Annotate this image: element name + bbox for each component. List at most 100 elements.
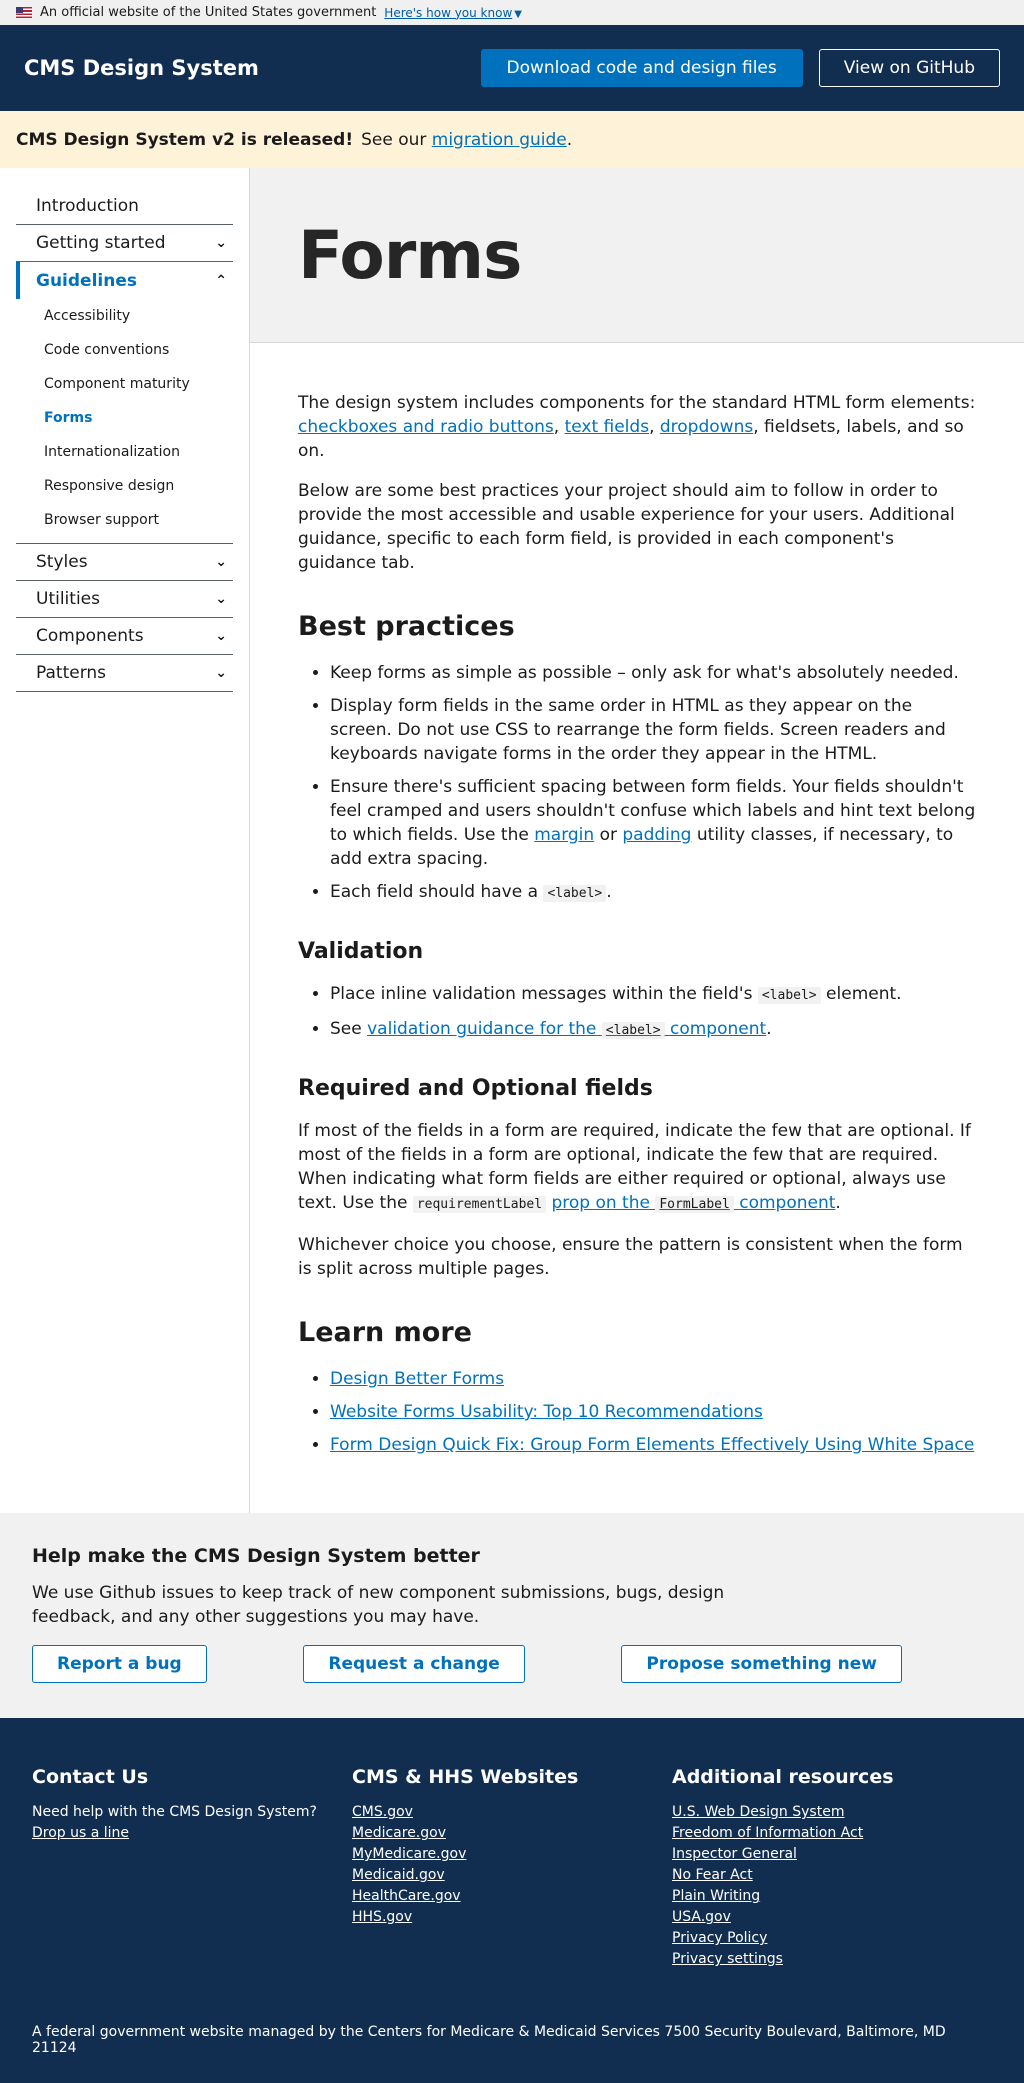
request-change-button[interactable]: Request a change (303, 1645, 525, 1683)
link-text: component (739, 1193, 836, 1213)
bp3-or: or (599, 825, 617, 845)
list-item: Place inline validation messages within … (330, 982, 976, 1008)
footer-bottom-text: A federal government website managed by … (32, 2024, 946, 2056)
required-optional-heading: Required and Optional fields (298, 1076, 653, 1101)
article-body: The design system includes components fo… (250, 343, 1024, 1513)
subnav-item-browser-support[interactable]: Browser support (16, 503, 233, 537)
design-better-forms-link[interactable]: Design Better Forms (330, 1369, 504, 1389)
privacy-settings-link[interactable]: Privacy settings (672, 1949, 992, 1970)
sidebar-item-patterns[interactable]: Patterns ⌄ (16, 655, 233, 692)
intro-paragraph-2: Below are some best practices your proje… (298, 481, 955, 573)
text-fields-link[interactable]: text fields (565, 417, 650, 437)
page-hero: Forms (250, 168, 1024, 343)
main-content: Forms The design system includes compone… (250, 168, 1024, 1513)
margin-link[interactable]: margin (534, 825, 594, 845)
subnav-item-component-maturity[interactable]: Component maturity (16, 367, 233, 401)
cms-gov-link[interactable]: CMS.gov (352, 1802, 672, 1823)
page-title: Forms (298, 216, 522, 294)
label-code: <label> (543, 885, 607, 902)
val1-text: Place inline validation messages within … (330, 984, 753, 1004)
formlabel-prop-link[interactable]: prop on the FormLabel component (551, 1193, 835, 1213)
chevron-up-icon: ⌃ (215, 272, 227, 289)
healthcare-gov-link[interactable]: HealthCare.gov (352, 1886, 672, 1907)
feedback-heading: Help make the CMS Design System better (32, 1545, 480, 1567)
validation-guidance-link[interactable]: validation guidance for the <label> comp… (367, 1019, 766, 1039)
inspector-general-link[interactable]: Inspector General (672, 1844, 992, 1865)
list-item: Ensure there's sufficient spacing betwee… (330, 775, 976, 871)
report-bug-button[interactable]: Report a bug (32, 1645, 207, 1683)
heres-how-you-know-link[interactable]: Here's how you know ▼ (384, 6, 522, 20)
chevron-down-icon: ⌄ (215, 665, 227, 681)
validation-list: Place inline validation messages within … (298, 982, 976, 1043)
sidebar-item-label: Styles (36, 552, 88, 572)
sidebar-item-utilities[interactable]: Utilities ⌄ (16, 581, 233, 618)
learn-more-list: Design Better Forms Website Forms Usabil… (298, 1367, 976, 1457)
foia-link[interactable]: Freedom of Information Act (672, 1823, 992, 1844)
list-item: Website Forms Usability: Top 10 Recommen… (330, 1400, 976, 1424)
uswds-link[interactable]: U.S. Web Design System (672, 1802, 992, 1823)
chevron-down-icon: ▼ (514, 8, 522, 20)
alert-bold-text: CMS Design System v2 is released! (16, 129, 354, 150)
subnav-item-internationalization[interactable]: Internationalization (16, 435, 233, 469)
sidebar-item-styles[interactable]: Styles ⌄ (16, 544, 233, 581)
best-practices-list: Keep forms as simple as possible – only … (298, 661, 976, 906)
site-footer: Contact Us Need help with the CMS Design… (0, 1718, 1024, 2083)
sidebar-nav: Introduction Getting started ⌄ Guidelines… (0, 168, 250, 1513)
privacy-policy-link[interactable]: Privacy Policy (672, 1928, 992, 1949)
subnav-item-responsive-design[interactable]: Responsive design (16, 469, 233, 503)
drop-us-a-line-link[interactable]: Drop us a line (32, 1823, 352, 1844)
page-layout: Introduction Getting started ⌄ Guidelines… (0, 168, 1024, 1513)
alert-text: See our (361, 129, 427, 150)
list-item: Keep forms as simple as possible – only … (330, 661, 976, 685)
hhs-gov-link[interactable]: HHS.gov (352, 1907, 672, 1928)
intro-paragraph-1: The design system includes components fo… (298, 393, 976, 461)
release-alert: CMS Design System v2 is released! See ou… (0, 111, 1024, 168)
sidebar-item-label: Guidelines (36, 270, 137, 291)
gov-banner: An official website of the United States… (0, 0, 1024, 25)
mymedicare-gov-link[interactable]: MyMedicare.gov (352, 1844, 672, 1865)
chevron-down-icon: ⌄ (215, 554, 227, 570)
propose-new-button[interactable]: Propose something new (621, 1645, 902, 1683)
subnav-item-accessibility[interactable]: Accessibility (16, 299, 233, 333)
plain-writing-link[interactable]: Plain Writing (672, 1886, 992, 1907)
subnav-item-forms[interactable]: Forms (16, 401, 233, 435)
footer-additional-resources: Additional resources U.S. Web Design Sys… (672, 1766, 992, 1970)
chevron-down-icon: ⌄ (215, 235, 227, 251)
alert-period: . (566, 129, 573, 150)
forms-usability-link[interactable]: Website Forms Usability: Top 10 Recommen… (330, 1402, 763, 1422)
link-text: component (670, 1019, 767, 1039)
footer-contact: Contact Us Need help with the CMS Design… (32, 1766, 352, 1970)
sidebar-item-components[interactable]: Components ⌄ (16, 618, 233, 655)
label-code: <label> (757, 987, 821, 1004)
padding-link[interactable]: padding (622, 825, 691, 845)
link-text: prop on the (551, 1193, 650, 1213)
sidebar-item-guidelines[interactable]: Guidelines ⌃ (16, 262, 233, 299)
feedback-buttons: Report a bug Request a change Propose so… (32, 1645, 992, 1683)
migration-guide-link[interactable]: migration guide (432, 130, 567, 150)
guidelines-subnav: Accessibility Code conventions Component… (16, 299, 233, 544)
subnav-item-code-conventions[interactable]: Code conventions (16, 333, 233, 367)
dropdowns-link[interactable]: dropdowns (660, 417, 753, 437)
download-button[interactable]: Download code and design files (480, 49, 803, 87)
list-item: Form Design Quick Fix: Group Form Elemen… (330, 1433, 976, 1457)
medicaid-gov-link[interactable]: Medicaid.gov (352, 1865, 672, 1886)
form-design-quick-fix-link[interactable]: Form Design Quick Fix: Group Form Elemen… (330, 1435, 974, 1455)
sidebar-item-introduction[interactable]: Introduction (16, 188, 233, 225)
checkboxes-link[interactable]: checkboxes and radio buttons (298, 417, 554, 437)
sidebar-item-getting-started[interactable]: Getting started ⌄ (16, 225, 233, 262)
medicare-gov-link[interactable]: Medicare.gov (352, 1823, 672, 1844)
header-actions: Download code and design files View on G… (480, 49, 1000, 87)
chevron-down-icon: ⌄ (215, 591, 227, 607)
no-fear-act-link[interactable]: No Fear Act (672, 1865, 992, 1886)
sidebar-item-label: Introduction (36, 196, 139, 216)
site-title[interactable]: CMS Design System (24, 56, 259, 80)
link-text: validation guidance for the (367, 1019, 597, 1039)
github-button[interactable]: View on GitHub (818, 49, 1000, 87)
usa-gov-link[interactable]: USA.gov (672, 1907, 992, 1928)
learn-more-heading: Learn more (298, 1317, 472, 1348)
us-flag-icon (16, 7, 32, 18)
sidebar-item-label: Utilities (36, 589, 100, 609)
list-item: See validation guidance for the <label> … (330, 1017, 976, 1043)
val1-tail: element. (826, 984, 902, 1004)
bp4-text: Each field should have a (330, 882, 539, 902)
